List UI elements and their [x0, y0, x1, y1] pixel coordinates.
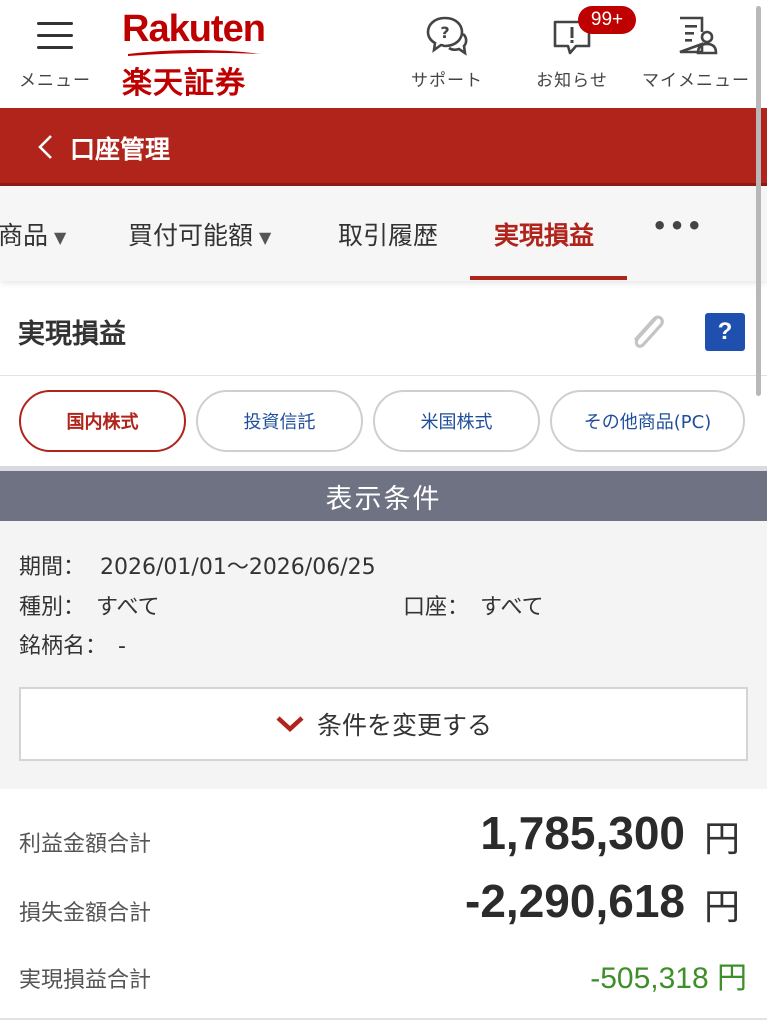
notice-label: お知らせ: [536, 71, 608, 91]
paperclip-icon[interactable]: [626, 308, 670, 356]
divider: [0, 1018, 767, 1020]
change-conditions-button[interactable]: 条件を変更する: [19, 687, 748, 761]
type-row: 種別： すべて: [19, 589, 160, 621]
more-tabs-icon[interactable]: •••: [652, 212, 704, 240]
logo-text-jp: 楽天証券: [122, 66, 246, 101]
active-tab-indicator: [470, 276, 627, 280]
help-button[interactable]: ?: [705, 313, 745, 351]
scrollbar[interactable]: [756, 6, 761, 396]
caret-down-icon: ▼: [259, 227, 272, 247]
chevron-left-icon[interactable]: [36, 134, 56, 160]
mymenu-user-icon: [679, 16, 718, 55]
pill-domestic-stocks[interactable]: 国内株式: [19, 390, 186, 452]
svg-text:?: ?: [440, 23, 449, 42]
profit-unit: 円: [704, 819, 741, 860]
mymenu-button[interactable]: マイメニュー: [640, 0, 752, 108]
stock-name-value: -: [118, 634, 126, 659]
tab-label: 商品: [0, 221, 49, 250]
chevron-down-icon: [276, 716, 304, 733]
tab-products[interactable]: 商品 ▼: [0, 216, 66, 252]
notification-badge: 99+: [578, 6, 636, 34]
section-title: 実現損益: [18, 319, 126, 350]
page-title[interactable]: 口座管理: [70, 130, 170, 166]
pill-us-stocks[interactable]: 米国株式: [373, 390, 540, 452]
loss-total-value: -2,290,618: [465, 875, 685, 927]
profit-total-label: 利益金額合計: [19, 832, 152, 857]
support-button[interactable]: ? サポート: [405, 0, 489, 108]
tab-label: 実現損益: [494, 221, 595, 250]
rakuten-logo[interactable]: Rakuten 楽天証券: [120, 8, 280, 101]
change-conditions-label: 条件を変更する: [316, 711, 492, 740]
tab-realized-pl[interactable]: 実現損益: [494, 216, 594, 252]
stock-name-row: 銘柄名： -: [19, 628, 126, 660]
net-total-label: 実現損益合計: [19, 968, 152, 993]
page-titlebar: 口座管理: [0, 108, 767, 186]
profit-total-value: 1,785,300: [480, 807, 685, 859]
caret-down-icon: ▼: [54, 227, 67, 247]
logo-text-en: Rakuten: [122, 8, 266, 50]
support-chat-icon: ?: [426, 16, 468, 56]
menu-label: メニュー: [19, 71, 91, 91]
stock-name-label: 銘柄名：: [19, 634, 108, 659]
loss-unit: 円: [704, 887, 741, 928]
tab-buying-power[interactable]: 買付可能額 ▼: [128, 216, 271, 252]
net-total-value: -505,318 円: [590, 962, 747, 995]
tab-label: 買付可能額: [128, 221, 254, 250]
support-label: サポート: [411, 71, 483, 91]
hamburger-icon: [37, 22, 73, 50]
tab-label: 取引履歴: [338, 221, 439, 250]
mymenu-label: マイメニュー: [642, 71, 750, 91]
account-value: すべて: [480, 595, 544, 620]
tab-trade-history[interactable]: 取引履歴: [338, 216, 438, 252]
account-row: 口座： すべて: [403, 589, 544, 621]
app-header: メニュー Rakuten 楽天証券 ? サポート お知らせ 99+ マイメニュー: [0, 0, 767, 108]
pill-investment-trusts[interactable]: 投資信託: [196, 390, 363, 452]
pill-other-products-pc[interactable]: その他商品(PC): [550, 390, 745, 452]
type-value: すべて: [96, 595, 160, 620]
divider: [0, 375, 767, 376]
account-label: 口座：: [403, 595, 470, 620]
period-value: 2026/01/01〜2026/06/25: [100, 555, 376, 580]
menu-button[interactable]: メニュー: [12, 0, 98, 108]
account-tabs: 商品 ▼ 買付可能額 ▼ 取引履歴 実現損益 •••: [0, 186, 767, 281]
type-label: 種別：: [19, 595, 86, 620]
period-label: 期間：: [19, 555, 86, 580]
period-row: 期間： 2026/01/01〜2026/06/25: [19, 549, 376, 581]
loss-total-label: 損失金額合計: [19, 901, 152, 926]
conditions-header: 表示条件: [0, 471, 767, 521]
logo-swoosh-icon: [128, 50, 262, 56]
